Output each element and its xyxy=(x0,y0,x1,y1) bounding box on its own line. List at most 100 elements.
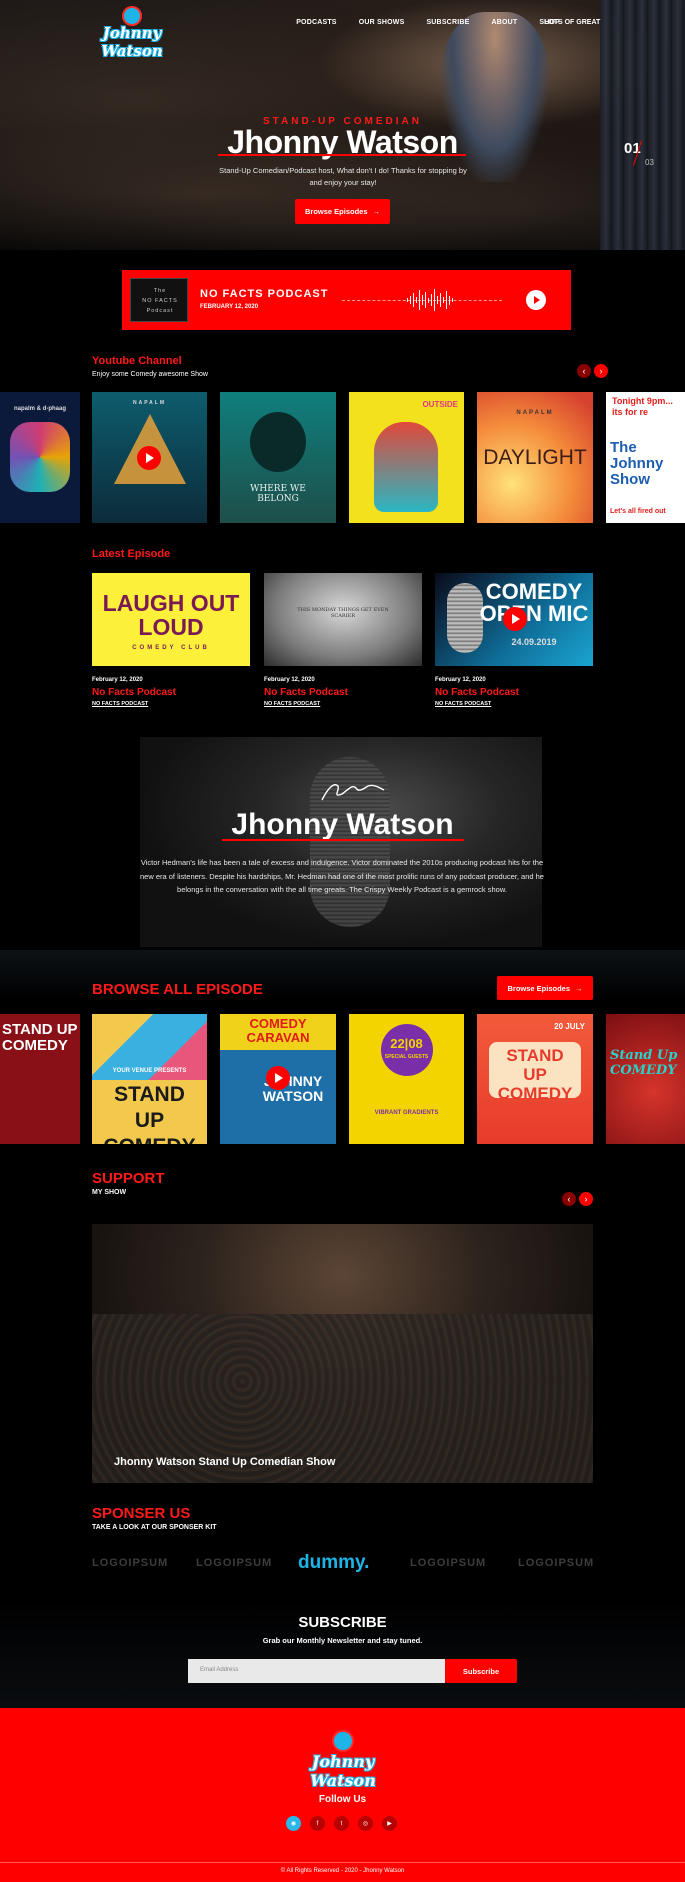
sponsor-logo-dummy[interactable]: dummy. xyxy=(298,1552,369,1574)
poster-sub-text: 24.09.2019 xyxy=(511,637,557,647)
episode-poster[interactable]: 20 JULY STAND UP COMEDY xyxy=(477,1014,593,1144)
nav-item-about[interactable]: ABOUT xyxy=(491,19,517,26)
hero-browse-episodes-button[interactable]: Browse Episodes → xyxy=(295,199,390,224)
footer-divider xyxy=(0,1862,685,1863)
sponsor-logo[interactable]: LOGOIPSUM xyxy=(92,1557,168,1569)
signature-image xyxy=(321,784,385,801)
email-input[interactable]: Email Address xyxy=(188,1659,445,1683)
latest-episode-title: Latest Episode xyxy=(92,548,171,560)
podcast-date: FEBRUARY 12, 2020 xyxy=(200,304,259,310)
youtube-video-card[interactable]: Tonight 9pm... its for re The Johnny Sho… xyxy=(606,392,685,523)
poster-text: Stand Up COMEDY xyxy=(610,1048,678,1078)
video-play-button[interactable] xyxy=(503,607,527,631)
rss-icon[interactable]: ◉ xyxy=(286,1816,301,1831)
podcast-thumb-line: The xyxy=(153,288,167,294)
browse-episodes-button[interactable]: Browse Episodes → xyxy=(497,976,593,1000)
about-title-underline xyxy=(222,839,464,841)
social-links: ◉ f t ◎ ▶ xyxy=(286,1816,397,1831)
nav-item-podcasts[interactable]: PODCASTS xyxy=(296,19,337,26)
support-subtitle: MY SHOW xyxy=(92,1189,127,1196)
episode-link[interactable]: NO FACTS PODCAST xyxy=(92,701,148,707)
poster-text: STAND UP COMEDY xyxy=(497,1046,573,1103)
browse-episodes-label: Browse Episodes xyxy=(507,983,571,993)
about-title: Jhonny Watson xyxy=(231,808,454,841)
sponsor-logo[interactable]: LOGOIPSUM xyxy=(518,1557,594,1569)
poster-text: COMEDY CARAVAN xyxy=(246,1016,310,1045)
poster-top-text: YOUR VENUE PRESENTS xyxy=(112,1068,187,1074)
podcast-play-button[interactable] xyxy=(526,290,546,310)
twitter-icon[interactable]: t xyxy=(334,1816,349,1831)
microphone-logo-icon xyxy=(122,6,142,26)
episode-link[interactable]: NO FACTS PODCAST xyxy=(435,701,491,707)
nav-item-lots-of-great[interactable]: LOTS OF GREAT xyxy=(544,19,600,26)
waveform-bars xyxy=(407,288,453,312)
youtube-video-card[interactable]: napalm & d-phaag xyxy=(0,392,80,523)
hero-browse-label: Browse Episodes xyxy=(304,207,368,216)
footer-logo[interactable]: Johnny Watson xyxy=(298,1730,388,1790)
video-play-button[interactable] xyxy=(266,1066,290,1090)
episode-date: February 12, 2020 xyxy=(264,677,315,683)
arrow-right-icon: → xyxy=(575,983,583,993)
youtube-icon[interactable]: ▶ xyxy=(382,1816,397,1831)
episode-title[interactable]: No Facts Podcast xyxy=(264,687,348,698)
support-caption: Jhonny Watson Stand Up Comedian Show xyxy=(114,1456,336,1468)
poster-top-text: NAPALM xyxy=(516,410,554,416)
hero-subtitle: Stand-Up Comedian/Podcast host, What don… xyxy=(219,166,467,187)
poster-bottom-text: VIBRANT GRADIENTS xyxy=(374,1110,439,1116)
arrow-right-icon: → xyxy=(372,207,381,216)
episode-thumbnail[interactable]: LAUGH OUT LOUD COMEDY CLUB xyxy=(92,573,250,666)
episode-thumbnail[interactable]: COMEDY OPEN MIC 24.09.2019 xyxy=(435,573,593,666)
nav-item-our-shows[interactable]: OUR SHOWS xyxy=(359,19,405,26)
poster-text: 22|08 xyxy=(390,1036,423,1051)
logo-text: Johnny Watson xyxy=(101,24,163,60)
episode-poster[interactable]: YOUR VENUE PRESENTS STAND UP COMEDY xyxy=(92,1014,207,1144)
sponsor-title: SPONSER US xyxy=(92,1505,191,1522)
main-nav: PODCASTS OUR SHOWS SUBSCRIBE ABOUT SHOP xyxy=(296,19,560,26)
episode-date: February 12, 2020 xyxy=(435,677,486,683)
poster-text: napalm & d-phaag xyxy=(13,406,66,412)
site-logo[interactable]: Johnny Watson xyxy=(92,6,172,60)
sponsor-logo[interactable]: LOGOIPSUM xyxy=(196,1557,272,1569)
poster-top-text: 20 JULY xyxy=(554,1022,585,1031)
support-show-image[interactable]: Jhonny Watson Stand Up Comedian Show xyxy=(92,1224,593,1483)
poster-text: NAPALM xyxy=(132,400,166,406)
podcast-thumbnail: The NO FACTS Podcast xyxy=(130,278,188,322)
facebook-icon[interactable]: f xyxy=(310,1816,325,1831)
about-background-image xyxy=(140,737,542,947)
youtube-video-card[interactable]: NAPALM DAYLIGHT xyxy=(477,392,593,523)
subscribe-button[interactable]: Subscribe xyxy=(445,1659,517,1683)
youtube-video-card[interactable]: NAPALM xyxy=(92,392,207,523)
youtube-video-card[interactable]: OUTSIDE xyxy=(349,392,464,523)
youtube-video-card[interactable]: WHERE WE BELONG xyxy=(220,392,336,523)
youtube-prev-arrow[interactable]: ‹ xyxy=(577,364,591,378)
poster-text: STAND UP COMEDY xyxy=(2,1021,78,1054)
poster-art xyxy=(250,412,306,472)
episode-thumbnail[interactable]: THIS MONDAY THINGS GET EVEN SCARIER xyxy=(264,573,422,666)
poster-sub-text: COMEDY CLUB xyxy=(132,645,210,651)
subscribe-subtitle: Grab our Monthly Newsletter and stay tun… xyxy=(262,1636,423,1645)
support-prev-arrow[interactable]: ‹ xyxy=(562,1192,576,1206)
episode-poster[interactable]: COMEDY CARAVAN JOHNNY WATSON xyxy=(220,1014,336,1144)
poster-top-text: Tonight 9pm... its for re xyxy=(612,396,673,417)
support-next-arrow[interactable]: › xyxy=(579,1192,593,1206)
youtube-next-arrow[interactable]: › xyxy=(594,364,608,378)
poster-bottom-text: Let's all fired out xyxy=(610,508,666,515)
podcast-thumb-line: NO FACTS xyxy=(142,298,178,304)
episode-title[interactable]: No Facts Podcast xyxy=(435,687,519,698)
episode-poster[interactable]: STAND UP COMEDY xyxy=(0,1014,80,1144)
poster-art xyxy=(374,422,438,512)
poster-art xyxy=(10,422,70,492)
episode-title[interactable]: No Facts Podcast xyxy=(92,687,176,698)
sponsor-logo[interactable]: LOGOIPSUM xyxy=(410,1557,486,1569)
episode-link[interactable]: NO FACTS PODCAST xyxy=(264,701,320,707)
about-text: Victor Hedman's life has been a tale of … xyxy=(140,858,544,894)
microphone-logo-icon xyxy=(332,1730,354,1752)
episode-poster[interactable]: Stand Up COMEDY xyxy=(606,1014,685,1144)
instagram-icon[interactable]: ◎ xyxy=(358,1816,373,1831)
poster-sub-text: SPECIAL GUESTS xyxy=(384,1054,429,1060)
video-play-button[interactable] xyxy=(137,446,161,470)
copyright-text: © All Rights Reserved - 2020 - Jhonny Wa… xyxy=(280,1868,405,1874)
nav-item-subscribe[interactable]: SUBSCRIBE xyxy=(426,19,469,26)
episode-poster[interactable]: 22|08 SPECIAL GUESTS VIBRANT GRADIENTS xyxy=(349,1014,464,1144)
poster-text: THIS MONDAY THINGS GET EVEN SCARIER xyxy=(297,607,389,619)
